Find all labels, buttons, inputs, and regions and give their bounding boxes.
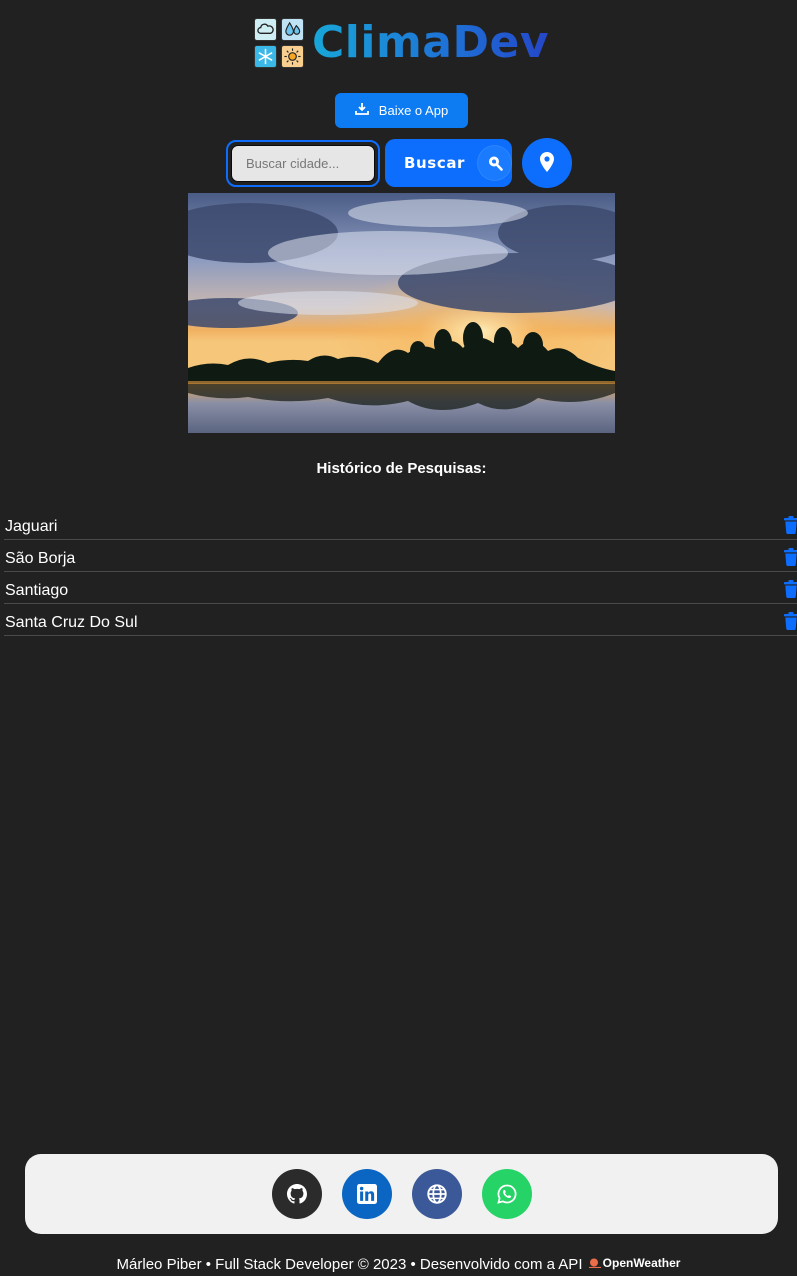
github-link[interactable] [271,1169,322,1219]
current-location-button[interactable] [522,138,572,188]
brand-name: ClimaDev [312,17,550,68]
raindrops-icon [281,18,304,41]
download-app-button[interactable]: Baixe o App [335,93,468,128]
sun-icon [281,45,304,68]
linkedin-link[interactable] [341,1169,392,1219]
history-city: Santa Cruz Do Sul [5,614,138,631]
cloud-icon [254,18,277,41]
trash-icon[interactable] [783,612,797,630]
trash-icon[interactable] [783,580,797,598]
trash-icon[interactable] [783,516,797,534]
globe-icon [426,1184,447,1204]
history-city: Jaguari [5,518,58,535]
history-list: Jaguari São Borja Santiago Santa Cruz Do… [4,508,797,636]
whatsapp-link[interactable] [481,1169,532,1219]
history-item[interactable]: Santiago [4,572,797,604]
brand-logo[interactable]: ClimaDev [254,18,549,68]
openweather-label: OpenWeather [602,1256,681,1270]
search-icon [477,145,512,181]
github-icon [286,1184,307,1204]
snowflake-icon [254,45,277,68]
search-input[interactable] [231,145,375,182]
weather-background-image [188,193,615,433]
download-icon [354,102,369,119]
history-city: Santiago [5,582,69,599]
search-field-wrapper [226,140,380,187]
website-link[interactable] [411,1169,462,1219]
search-button[interactable]: Buscar [385,139,512,187]
trash-icon[interactable] [783,548,797,566]
openweather-logo[interactable]: OpenWeather [588,1256,681,1270]
logo-weather-tiles [254,18,304,68]
history-item[interactable]: Jaguari [4,508,797,540]
openweather-icon [588,1258,601,1268]
history-city: São Borja [5,550,76,567]
search-button-label: Buscar [404,154,466,172]
linkedin-icon [356,1184,377,1204]
credits-text: Márleo Piber • Full Stack Developer © 20… [116,1256,583,1273]
footer-credits: Márleo Piber • Full Stack Developer © 20… [0,1256,797,1273]
history-item[interactable]: Santa Cruz Do Sul [4,604,797,636]
whatsapp-icon [496,1184,516,1204]
download-app-label: Baixe o App [378,103,449,118]
social-links-bar [25,1154,778,1234]
history-title: Histórico de Pesquisas: [316,460,487,477]
map-pin-icon [538,151,556,176]
history-item[interactable]: São Borja [4,540,797,572]
